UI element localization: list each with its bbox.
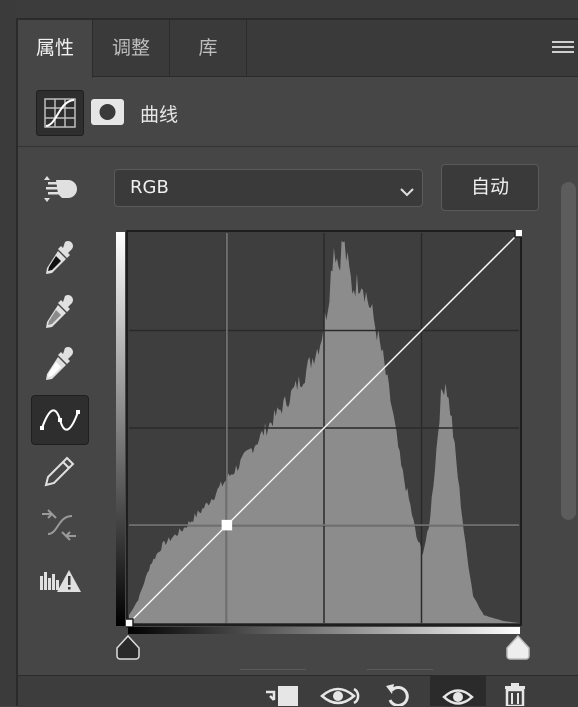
scrollbar-thumb[interactable] [561,182,576,520]
curve-control-point[interactable] [126,618,134,628]
view-previous-state-icon[interactable] [320,680,362,706]
panel-left-edge [0,0,18,706]
curve-control-point[interactable] [221,519,233,531]
bottom-divider-right [367,669,433,676]
chevron-down-icon [400,182,414,201]
white-point-eyedropper-icon[interactable] [34,340,84,386]
black-point-eyedropper-icon[interactable] [34,234,84,280]
output-gradient-bar [116,232,125,626]
clip-to-layer-icon[interactable] [262,680,302,706]
curves-graph[interactable] [126,230,522,628]
pencil-icon[interactable] [34,450,84,496]
tab-adjustments[interactable]: 调整 [93,20,170,77]
gray-point-eyedropper-icon[interactable] [34,288,84,334]
smooth-curve-icon[interactable] [34,502,84,548]
on-image-adjust-icon[interactable] [34,166,84,212]
curves-adjustment-icon[interactable] [36,90,84,136]
header-divider [18,146,578,147]
input-gradient-bar [128,627,520,634]
channel-value: RGB [130,177,169,198]
trash-icon[interactable] [502,680,528,706]
tab-libraries[interactable]: 库 [170,20,247,77]
panel-title: 曲线 [140,104,179,126]
curve-control-point[interactable] [514,230,522,238]
tab-properties[interactable]: 属性 [18,20,93,78]
channel-select[interactable]: RGB [114,169,423,207]
black-input-slider[interactable] [115,634,141,660]
panel-menu-icon[interactable] [552,41,574,55]
white-input-slider[interactable] [505,634,531,660]
panel-top-edge [16,0,578,20]
visibility-eye-icon[interactable] [442,680,474,706]
curve-point-tool-icon[interactable] [31,395,89,445]
auto-button[interactable]: 自动 [441,164,539,211]
reset-icon[interactable] [384,680,414,706]
layer-mask-icon[interactable] [91,99,124,125]
clipping-warning-icon[interactable] [34,560,84,606]
bottom-divider-left [240,669,306,676]
